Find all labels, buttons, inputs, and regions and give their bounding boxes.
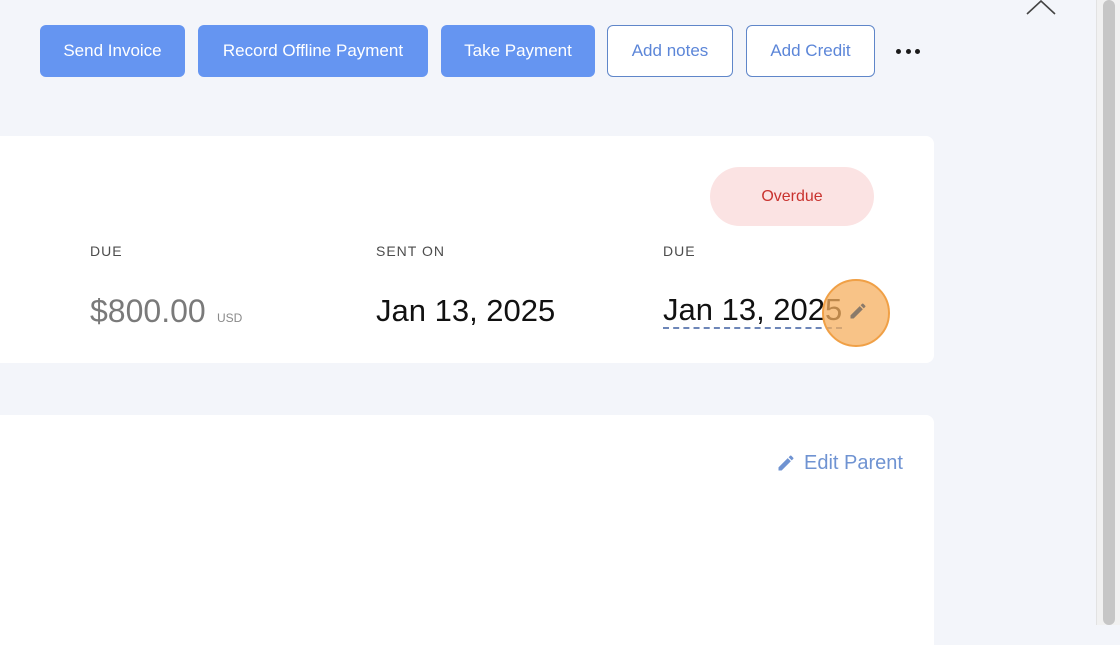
add-credit-button[interactable]: Add Credit	[746, 25, 875, 77]
parent-card: Edit Parent	[0, 415, 934, 645]
chevron-up-icon[interactable]	[1026, 0, 1056, 16]
invoice-summary-card: Overdue DUE $800.00 USD SENT ON Jan 13, …	[0, 136, 934, 363]
record-offline-payment-button[interactable]: Record Offline Payment	[198, 25, 428, 77]
more-dot	[905, 48, 911, 54]
send-invoice-button[interactable]: Send Invoice	[40, 25, 185, 77]
more-dot	[896, 48, 901, 54]
take-payment-button[interactable]: Take Payment	[441, 25, 595, 77]
more-horizontal-icon[interactable]	[896, 43, 920, 59]
sent-on-date: Jan 13, 2025	[376, 293, 556, 328]
due-date-value[interactable]: Jan 13, 2025	[663, 293, 843, 329]
amount-due-label: DUE	[90, 243, 123, 259]
page-scrollbar-thumb[interactable]	[1103, 0, 1115, 625]
add-notes-button[interactable]: Add notes	[607, 25, 733, 77]
currency-code: USD	[217, 311, 243, 325]
edit-parent-label: Edit Parent	[804, 451, 903, 474]
status-badge: Overdue	[710, 167, 874, 226]
pencil-icon[interactable]	[848, 301, 868, 321]
due-date-label: DUE	[663, 243, 696, 259]
edit-parent-link[interactable]: Edit Parent	[776, 449, 903, 477]
amount-due-value: $800.00	[90, 293, 206, 329]
pencil-icon	[778, 455, 794, 471]
more-dot	[915, 48, 920, 54]
sent-on-label: SENT ON	[376, 243, 445, 259]
